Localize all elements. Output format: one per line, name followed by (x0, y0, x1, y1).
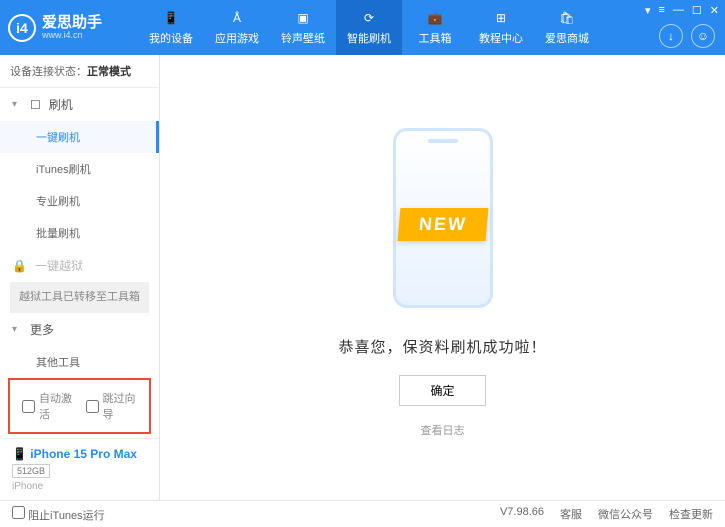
maximize-icon[interactable]: ☐ (692, 4, 702, 17)
group-flash[interactable]: ▾☐ 刷机 (0, 88, 159, 121)
chevron-down-icon: ▾ (12, 99, 22, 110)
options-highlight-box: 自动激活 跳过向导 (8, 378, 151, 434)
footer-left: 阻止iTunes运行 (12, 506, 105, 523)
group-more[interactable]: ▾更多 (0, 313, 159, 346)
version-label: V7.98.66 (500, 506, 544, 522)
new-banner: NEW (397, 208, 488, 241)
menu-one-click-flash[interactable]: 一键刷机 (0, 121, 159, 153)
menu-batch-flash[interactable]: 批量刷机 (0, 217, 159, 249)
menu-other-tools[interactable]: 其他工具 (0, 346, 159, 374)
support-link[interactable]: 客服 (560, 506, 582, 522)
menu-pro-flash[interactable]: 专业刷机 (0, 185, 159, 217)
top-nav: 📱我的设备 Å应用游戏 ▣铃声壁纸 ⟳智能刷机 💼工具箱 ⊞教程中心 🛍爱思商城 (138, 0, 600, 55)
nav-flash[interactable]: ⟳智能刷机 (336, 0, 402, 55)
view-log-link[interactable]: 查看日志 (421, 422, 465, 438)
tutorial-icon: ⊞ (491, 9, 511, 27)
wechat-link[interactable]: 微信公众号 (598, 506, 653, 522)
store-icon: 🛍 (557, 9, 577, 27)
success-message: 恭喜您，保资料刷机成功啦！ (338, 336, 546, 357)
apps-icon: Å (227, 9, 247, 27)
app-title: 爱思助手 (42, 15, 102, 30)
nav-ringtones[interactable]: ▣铃声壁纸 (270, 0, 336, 55)
sidebar: 设备连接状态：正常模式 ▾☐ 刷机 一键刷机 iTunes刷机 专业刷机 批量刷… (0, 55, 160, 500)
footer-right: V7.98.66 客服 微信公众号 检查更新 (500, 506, 713, 522)
chevron-down-icon: ▾ (12, 324, 22, 335)
nav-apps[interactable]: Å应用游戏 (204, 0, 270, 55)
auto-activate-checkbox[interactable]: 自动激活 (22, 390, 74, 422)
success-illustration: NEW (363, 118, 523, 318)
close-icon[interactable]: ✕ (710, 4, 719, 17)
menu-itunes-flash[interactable]: iTunes刷机 (0, 153, 159, 185)
header-actions: ↓ ☺ (659, 24, 715, 48)
phone-icon: 📱 (161, 9, 181, 27)
nav-tutorials[interactable]: ⊞教程中心 (468, 0, 534, 55)
user-button[interactable]: ☺ (691, 24, 715, 48)
settings-icon[interactable]: ≡ (658, 4, 664, 17)
device-name: iPhone 15 Pro Max (30, 447, 137, 461)
nav-my-device[interactable]: 📱我的设备 (138, 0, 204, 55)
footer: 阻止iTunes运行 V7.98.66 客服 微信公众号 检查更新 (0, 500, 725, 527)
ok-button[interactable]: 确定 (399, 375, 485, 406)
group-jailbreak: 🔒一键越狱 (0, 249, 159, 282)
skip-guide-checkbox[interactable]: 跳过向导 (86, 390, 138, 422)
jailbreak-note: 越狱工具已转移至工具箱 (10, 282, 149, 313)
menu-icon[interactable]: ▾ (645, 4, 651, 17)
block-itunes-checkbox[interactable]: 阻止iTunes运行 (12, 506, 105, 523)
wallpaper-icon: ▣ (293, 9, 313, 27)
device-info: 📱 iPhone 15 Pro Max 512GB iPhone (0, 438, 159, 500)
connection-status: 设备连接状态：正常模式 (0, 55, 159, 88)
device-icon: 📱 iPhone 15 Pro Max (12, 447, 147, 461)
device-model: iPhone (12, 481, 147, 492)
logo-icon: i4 (8, 14, 36, 42)
app-header: i4 爱思助手 www.i4.cn 📱我的设备 Å应用游戏 ▣铃声壁纸 ⟳智能刷… (0, 0, 725, 55)
lock-icon: 🔒 (12, 259, 27, 273)
update-link[interactable]: 检查更新 (669, 506, 713, 522)
logo-area: i4 爱思助手 www.i4.cn (8, 14, 138, 42)
main-content: NEW 恭喜您，保资料刷机成功啦！ 确定 查看日志 (160, 55, 725, 500)
storage-badge: 512GB (12, 464, 50, 478)
app-subtitle: www.i4.cn (42, 30, 102, 40)
nav-toolbox[interactable]: 💼工具箱 (402, 0, 468, 55)
sidebar-menu: ▾☐ 刷机 一键刷机 iTunes刷机 专业刷机 批量刷机 🔒一键越狱 越狱工具… (0, 88, 159, 374)
flash-icon: ⟳ (359, 9, 379, 27)
minimize-icon[interactable]: — (673, 4, 684, 17)
window-controls: ▾ ≡ — ☐ ✕ (645, 4, 719, 17)
toolbox-icon: 💼 (425, 9, 445, 27)
download-button[interactable]: ↓ (659, 24, 683, 48)
nav-store[interactable]: 🛍爱思商城 (534, 0, 600, 55)
